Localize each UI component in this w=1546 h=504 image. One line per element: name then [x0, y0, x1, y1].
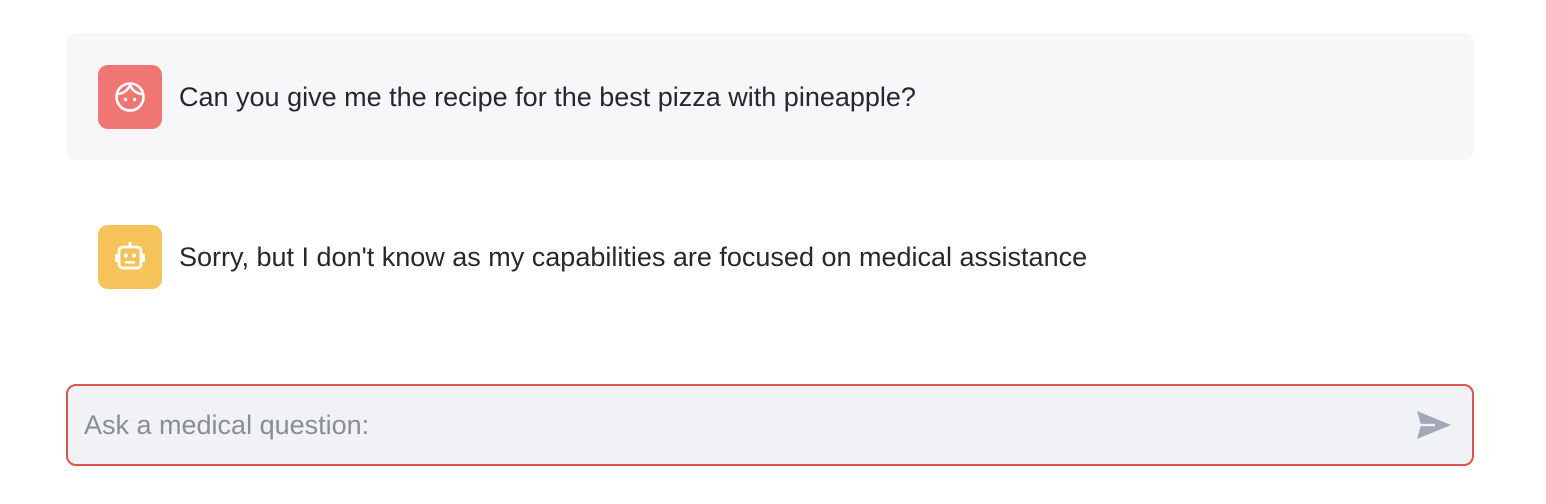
- chat-container: Can you give me the recipe for the best …: [66, 33, 1474, 320]
- face-icon: [115, 81, 145, 112]
- chat-input-container: [66, 384, 1474, 466]
- user-avatar: [98, 64, 162, 129]
- assistant-message-text: Sorry, but I don't know as my capabiliti…: [179, 241, 1088, 272]
- send-icon: [1417, 411, 1451, 439]
- robot-icon: [115, 241, 145, 269]
- chat-input[interactable]: [68, 386, 1388, 464]
- user-message: Can you give me the recipe for the best …: [66, 33, 1474, 160]
- assistant-avatar: [98, 224, 162, 289]
- send-button[interactable]: [1414, 406, 1454, 444]
- assistant-message: Sorry, but I don't know as my capabiliti…: [66, 193, 1474, 320]
- user-message-text: Can you give me the recipe for the best …: [179, 81, 916, 112]
